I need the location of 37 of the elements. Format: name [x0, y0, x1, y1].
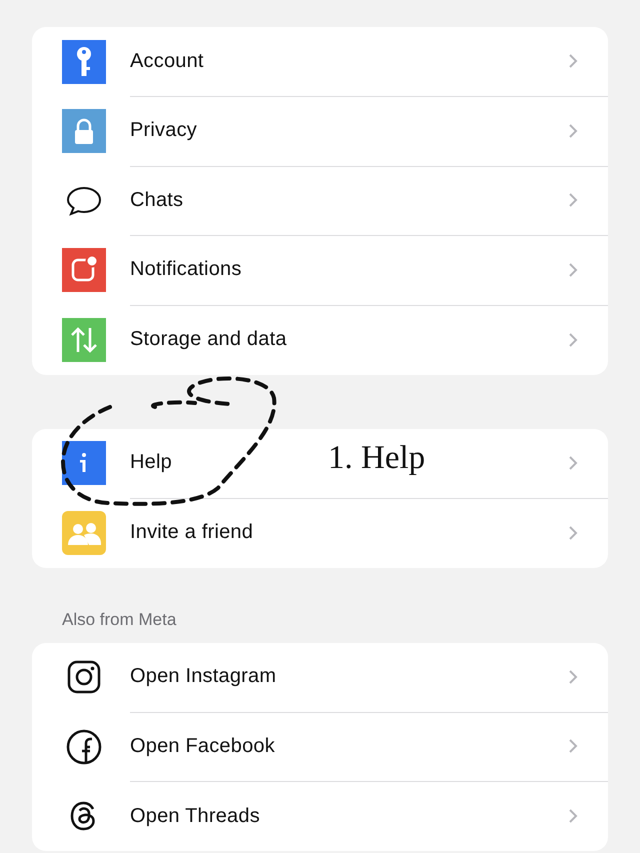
row-label: Account [130, 50, 204, 73]
row-label: Privacy [130, 119, 197, 142]
row-label: Open Facebook [130, 734, 275, 758]
settings-row[interactable]: Chats [32, 166, 608, 236]
chevron-icon [568, 738, 578, 754]
chevron-icon [568, 332, 578, 348]
lock-icon [62, 109, 106, 154]
chevron-icon [568, 262, 578, 278]
row-label: Help [130, 451, 172, 474]
arrows-icon [62, 318, 106, 362]
settings-row[interactable]: Storage and data [32, 305, 608, 374]
settings-row[interactable]: Privacy [32, 96, 608, 166]
row-label: Chats [130, 188, 184, 212]
key-icon [62, 40, 106, 84]
chevron-icon [568, 192, 578, 208]
settings-row[interactable]: Invite a friend [32, 498, 608, 568]
settings-row[interactable]: Open Facebook [32, 712, 608, 782]
row-label: Notifications [130, 258, 242, 282]
chevron-icon [568, 668, 578, 685]
chevron-icon [568, 454, 578, 471]
settings-row[interactable]: Open Threads [32, 782, 608, 851]
chevron-icon [568, 808, 578, 824]
annotation-text: 1. Help [328, 440, 426, 477]
people-icon [62, 510, 106, 555]
section-header: Also from Meta [61, 608, 178, 630]
chevron-icon [568, 524, 578, 541]
settings-row[interactable]: Notifications [32, 236, 608, 305]
info-icon [62, 441, 106, 486]
chevron-icon [568, 53, 578, 70]
chevron-icon [568, 122, 578, 139]
row-label: Open Instagram [130, 665, 276, 688]
notification-icon [62, 248, 106, 292]
row-label: Open Threads [130, 804, 260, 828]
settings-row[interactable]: Account [32, 27, 608, 96]
row-label: Storage and data [130, 328, 287, 352]
row-label: Invite a friend [130, 521, 254, 544]
settings-row[interactable]: Open Instagram [32, 642, 608, 712]
